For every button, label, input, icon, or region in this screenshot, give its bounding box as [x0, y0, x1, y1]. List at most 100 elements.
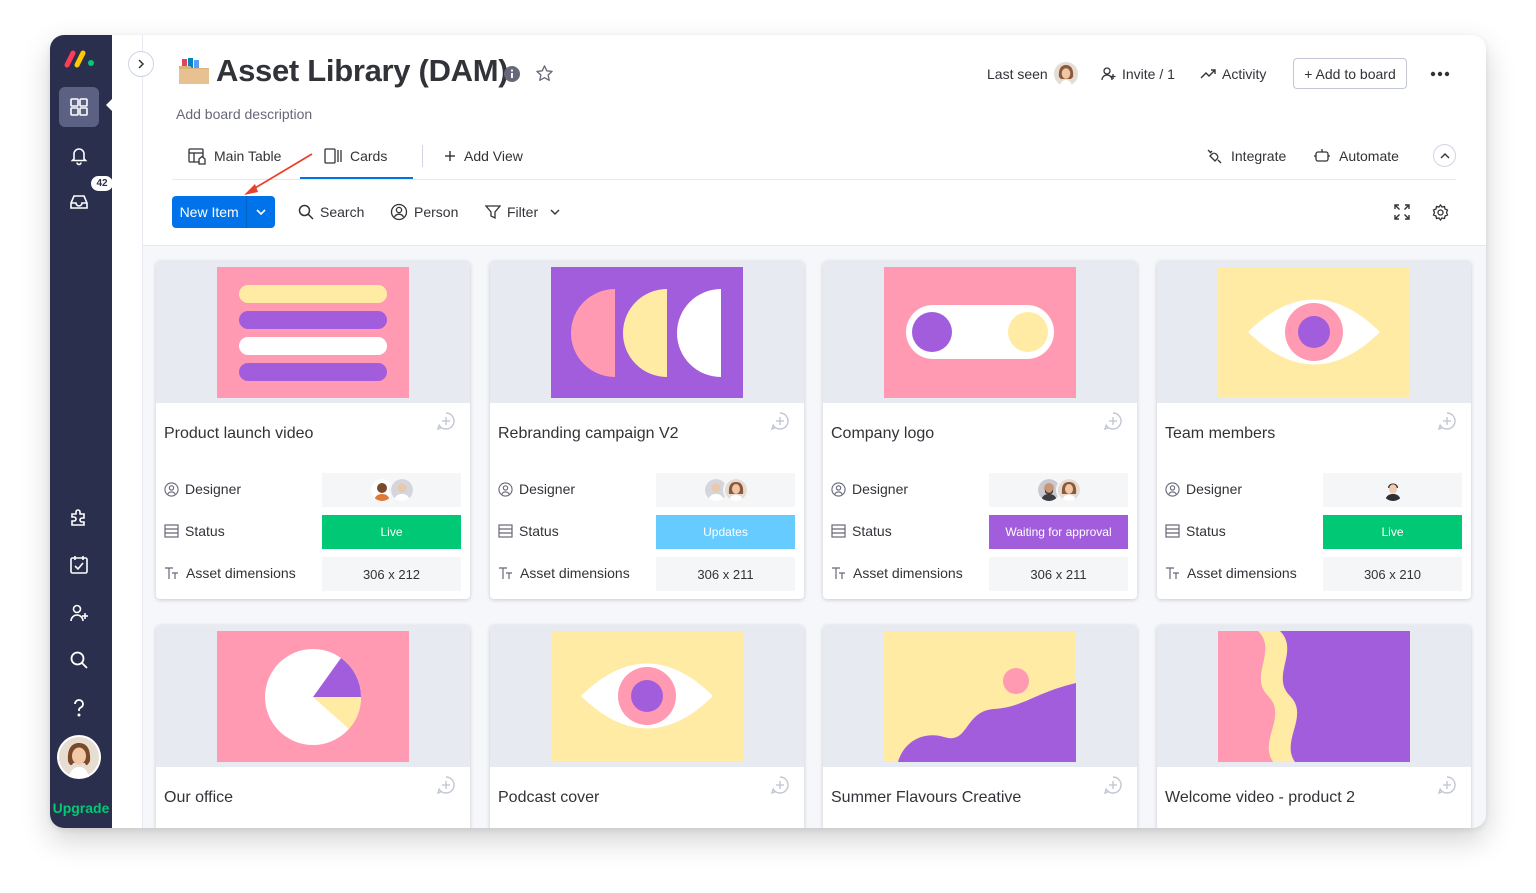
card-title[interactable]: Team members	[1165, 425, 1275, 443]
card-thumbnail[interactable]	[490, 625, 804, 767]
add-view-button[interactable]: Add View	[444, 138, 523, 174]
monday-logo-icon[interactable]	[63, 47, 99, 69]
upgrade-link[interactable]: Upgrade	[50, 800, 112, 816]
item-card[interactable]: Company logo Designer Status Waiting for…	[823, 261, 1137, 599]
status-label: Status	[831, 523, 892, 539]
text-type-icon	[832, 567, 845, 579]
card-title[interactable]: Welcome video - product 2	[1165, 789, 1355, 807]
board-folder-icon	[179, 58, 209, 84]
card-thumbnail[interactable]	[156, 625, 470, 767]
designer-avatars[interactable]	[989, 473, 1128, 507]
status-label-text: Status	[1186, 523, 1226, 539]
card-thumbnail[interactable]	[823, 261, 1137, 403]
person-avatar	[1379, 477, 1406, 503]
item-card[interactable]: Welcome video - product 2	[1157, 625, 1471, 828]
board-description[interactable]: Add board description	[176, 106, 312, 122]
activity-button[interactable]: Activity	[1200, 57, 1266, 91]
add-to-board-button[interactable]: + Add to board	[1293, 58, 1407, 89]
star-icon[interactable]	[535, 64, 554, 83]
eye-illustration	[551, 630, 743, 762]
invite-button[interactable]: Invite / 1	[1100, 57, 1175, 91]
add-update-icon[interactable]	[1103, 775, 1123, 795]
status-badge[interactable]: Live	[322, 515, 461, 549]
card-title[interactable]: Rebranding campaign V2	[498, 425, 679, 443]
designer-label-text: Designer	[519, 481, 576, 497]
item-card[interactable]: Team members Designer Status Live Asset …	[1157, 261, 1471, 599]
designer-label: Designer	[831, 481, 908, 497]
designer-avatars[interactable]	[656, 473, 795, 507]
designer-avatars[interactable]	[1323, 473, 1462, 507]
table-home-icon	[188, 148, 206, 165]
status-badge[interactable]: Live	[1323, 515, 1462, 549]
dimensions-label-text: Asset dimensions	[520, 565, 630, 581]
item-card[interactable]: Product launch video Designer Status Liv…	[156, 261, 470, 599]
person-circle-icon	[831, 481, 846, 497]
new-item-button[interactable]: New Item	[172, 196, 246, 228]
status-badge[interactable]: Waiting for approval	[989, 515, 1128, 549]
add-update-icon[interactable]	[770, 411, 790, 431]
workspace-icon[interactable]	[59, 87, 99, 127]
card-thumbnail[interactable]	[1157, 625, 1471, 767]
add-update-icon[interactable]	[1437, 411, 1457, 431]
card-thumbnail[interactable]	[1157, 261, 1471, 403]
filter-button[interactable]: Filter	[485, 198, 566, 226]
apps-puzzle-icon[interactable]	[59, 497, 99, 537]
search-icon[interactable]	[59, 640, 99, 680]
help-icon[interactable]	[59, 688, 99, 728]
text-type-icon	[1166, 567, 1179, 579]
notifications-bell-icon[interactable]	[59, 135, 99, 175]
my-work-calendar-icon[interactable]	[59, 545, 99, 585]
chevron-up-icon	[1440, 152, 1449, 158]
chevron-down-icon[interactable]	[550, 209, 560, 216]
item-card[interactable]: Rebranding campaign V2 Designer Status U…	[490, 261, 804, 599]
dimensions-value[interactable]: 306 x 212	[322, 557, 461, 591]
add-update-icon[interactable]	[436, 775, 456, 795]
fullscreen-icon[interactable]	[1391, 201, 1413, 223]
status-list-icon	[498, 524, 513, 538]
activity-trend-icon	[1200, 69, 1216, 79]
status-field: Status Updates	[490, 515, 804, 549]
search-button[interactable]: Search	[298, 198, 364, 226]
info-icon[interactable]	[504, 66, 520, 82]
inbox-icon[interactable]: 42	[59, 176, 113, 222]
item-card[interactable]: Summer Flavours Creative	[823, 625, 1137, 828]
dimensions-value[interactable]: 306 x 211	[989, 557, 1128, 591]
landscape-illustration	[884, 630, 1076, 762]
item-card[interactable]: Our office	[156, 625, 470, 828]
card-title[interactable]: Our office	[164, 789, 233, 807]
board-title[interactable]: Asset Library (DAM)	[216, 53, 509, 89]
card-title[interactable]: Podcast cover	[498, 789, 599, 807]
designer-avatars[interactable]	[322, 473, 461, 507]
person-filter-button[interactable]: Person	[390, 198, 458, 226]
search-icon	[298, 204, 314, 220]
integrate-button[interactable]: Integrate	[1206, 138, 1286, 174]
invite-members-icon[interactable]	[59, 593, 99, 633]
user-avatar[interactable]	[57, 735, 101, 779]
new-item-dropdown[interactable]	[246, 196, 275, 228]
tab-cards[interactable]: Cards	[324, 138, 387, 174]
add-update-icon[interactable]	[770, 775, 790, 795]
more-options-icon[interactable]	[1428, 63, 1452, 85]
automate-button[interactable]: Automate	[1313, 138, 1399, 174]
add-update-icon[interactable]	[1437, 775, 1457, 795]
filter-funnel-icon	[485, 205, 501, 220]
half-circles-illustration	[551, 266, 743, 398]
last-seen[interactable]: Last seen	[987, 57, 1084, 91]
dimensions-label: Asset dimensions	[498, 565, 630, 581]
card-title[interactable]: Summer Flavours Creative	[831, 789, 1021, 807]
card-thumbnail[interactable]	[490, 261, 804, 403]
card-thumbnail[interactable]	[823, 625, 1137, 767]
collapse-header-button[interactable]	[1433, 144, 1456, 167]
card-thumbnail[interactable]	[156, 261, 470, 403]
item-card[interactable]: Podcast cover	[490, 625, 804, 828]
dimensions-value[interactable]: 306 x 211	[656, 557, 795, 591]
dimensions-value[interactable]: 306 x 210	[1323, 557, 1462, 591]
settings-gear-icon[interactable]	[1429, 201, 1451, 223]
add-update-icon[interactable]	[436, 411, 456, 431]
add-update-icon[interactable]	[1103, 411, 1123, 431]
expand-panel-button[interactable]	[128, 51, 154, 77]
card-title[interactable]: Company logo	[831, 425, 934, 443]
person-circle-icon	[498, 481, 513, 497]
status-badge[interactable]: Updates	[656, 515, 795, 549]
card-title[interactable]: Product launch video	[164, 425, 313, 443]
